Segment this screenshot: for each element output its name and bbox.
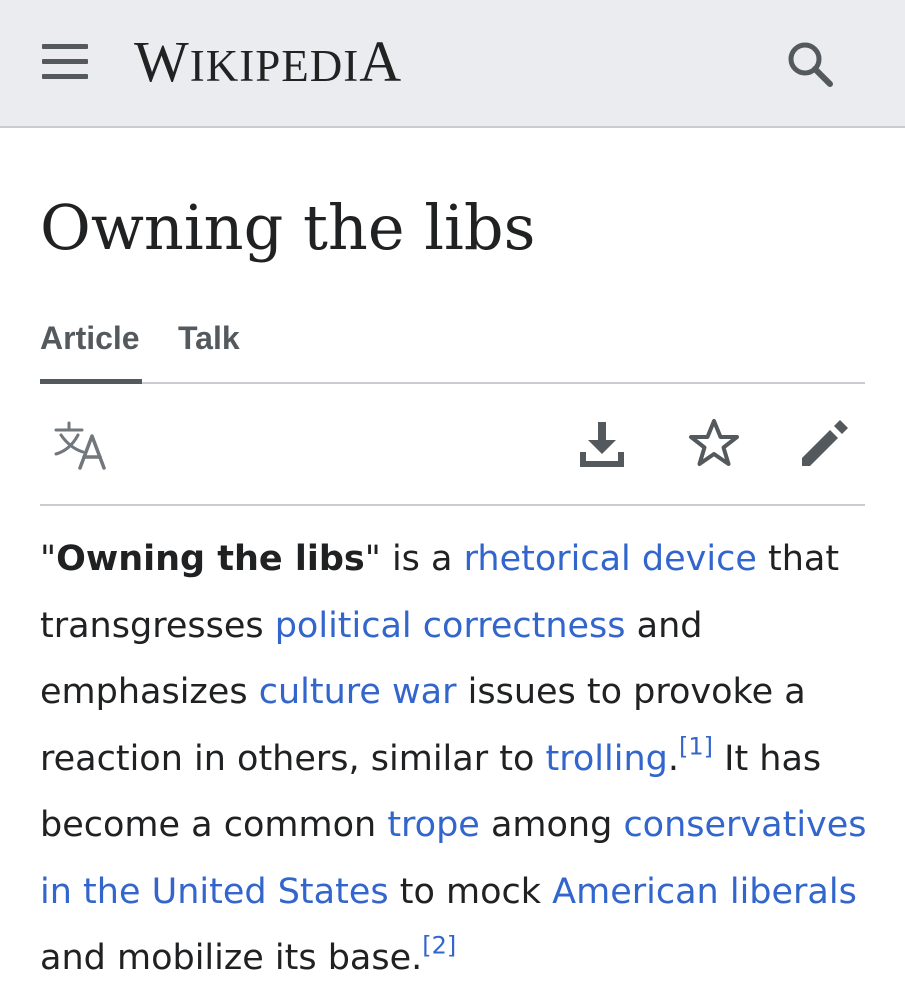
reference-1[interactable]: [1] <box>679 732 713 760</box>
header-bar: WIKIPEDIA <box>0 0 905 128</box>
link-political-correctness[interactable]: political correctness <box>275 606 626 646</box>
search-icon[interactable] <box>784 38 836 90</box>
tab-talk[interactable]: Talk <box>178 318 240 358</box>
text-segment: " is a <box>364 539 464 579</box>
text-segment: . <box>667 738 679 779</box>
link-trolling[interactable]: trolling <box>546 739 668 779</box>
wikipedia-wordmark[interactable]: WIKIPEDIA <box>134 30 402 98</box>
star-icon[interactable] <box>686 416 742 472</box>
page-actions-toolbar <box>40 384 865 506</box>
reference-2-link[interactable]: [2] <box>422 931 456 959</box>
wordmark-last-letter: A <box>359 29 403 94</box>
reference-1-link[interactable]: [1] <box>679 732 713 760</box>
link-american-liberals[interactable]: American liberals <box>552 872 857 912</box>
tab-talk-label: Talk <box>178 320 240 356</box>
quote-open: " <box>40 539 57 579</box>
wordmark-middle-letters: IKIPEDI <box>189 41 360 91</box>
download-icon[interactable] <box>576 418 628 470</box>
text-segment: and mobilize its base. <box>40 938 423 978</box>
text-segment: to mock <box>388 871 553 912</box>
page-tabs: Article Talk <box>40 312 865 384</box>
bold-term: Owning the libs <box>56 539 365 579</box>
text-segment: among <box>479 805 624 845</box>
page-title: Owning the libs <box>40 191 536 264</box>
article-lead-paragraph: "Owning the libs" is a rhetorical device… <box>40 526 870 992</box>
link-trope[interactable]: trope <box>387 805 480 845</box>
tab-article[interactable]: Article <box>40 318 140 358</box>
reference-2[interactable]: [2] <box>422 931 456 959</box>
hamburger-menu-icon[interactable] <box>40 42 90 82</box>
edit-pencil-icon[interactable] <box>798 416 852 470</box>
tab-article-label: Article <box>40 320 140 356</box>
wordmark-first-letter: W <box>134 29 190 94</box>
link-rhetorical-device[interactable]: rhetorical device <box>464 539 757 579</box>
link-culture-war[interactable]: culture war <box>259 672 457 712</box>
language-icon[interactable] <box>52 420 108 470</box>
